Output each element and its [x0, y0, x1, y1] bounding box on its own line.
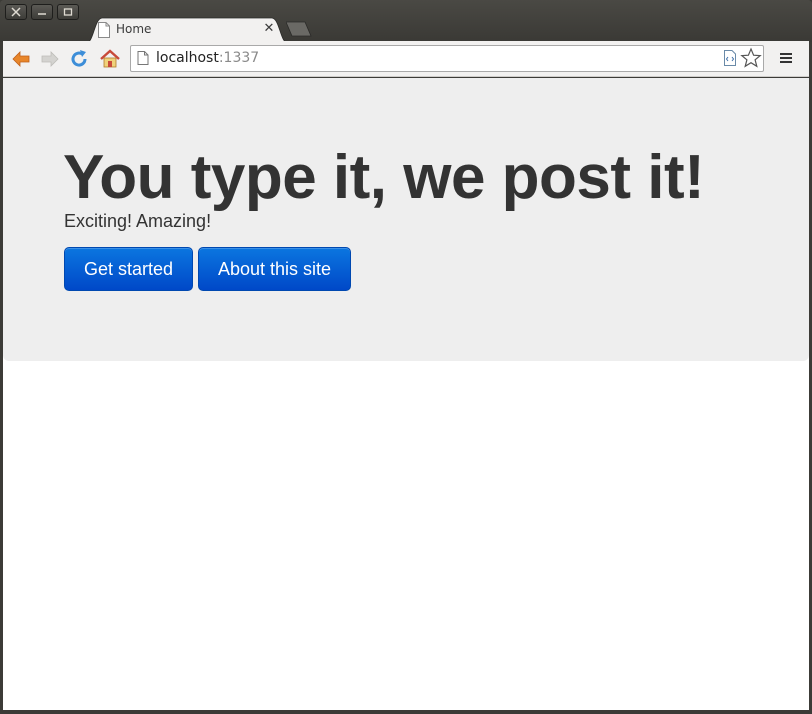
- about-button[interactable]: About this site: [198, 247, 351, 291]
- page-headline: You type it, we post it!: [63, 143, 705, 212]
- get-started-button[interactable]: Get started: [64, 247, 193, 291]
- reload-icon[interactable]: [68, 48, 90, 70]
- new-tab-button[interactable]: [286, 21, 312, 37]
- close-icon: [11, 7, 21, 17]
- browser-window: Home ✕ localhost:1337 You type it, we po…: [0, 0, 812, 714]
- page-tagline: Exciting! Amazing!: [64, 211, 212, 231]
- maximize-icon: [63, 8, 73, 16]
- url-host: localhost: [156, 50, 219, 66]
- forward-icon[interactable]: [39, 48, 61, 70]
- star-icon[interactable]: [740, 47, 762, 69]
- url-text: localhost:1337: [156, 50, 259, 66]
- page-icon: [98, 22, 110, 38]
- back-icon[interactable]: [10, 48, 32, 70]
- page-action-icon[interactable]: [723, 50, 737, 66]
- menu-icon[interactable]: [779, 51, 793, 65]
- url-port: :1337: [218, 50, 260, 66]
- window-minimize-button[interactable]: [31, 4, 53, 20]
- window-close-button[interactable]: [5, 4, 27, 20]
- tab-close-icon[interactable]: ✕: [262, 21, 276, 37]
- home-icon[interactable]: [99, 48, 121, 70]
- page-icon: [137, 51, 149, 65]
- window-maximize-button[interactable]: [57, 4, 79, 20]
- minimize-icon: [38, 13, 46, 15]
- tab-title: Home: [116, 22, 152, 36]
